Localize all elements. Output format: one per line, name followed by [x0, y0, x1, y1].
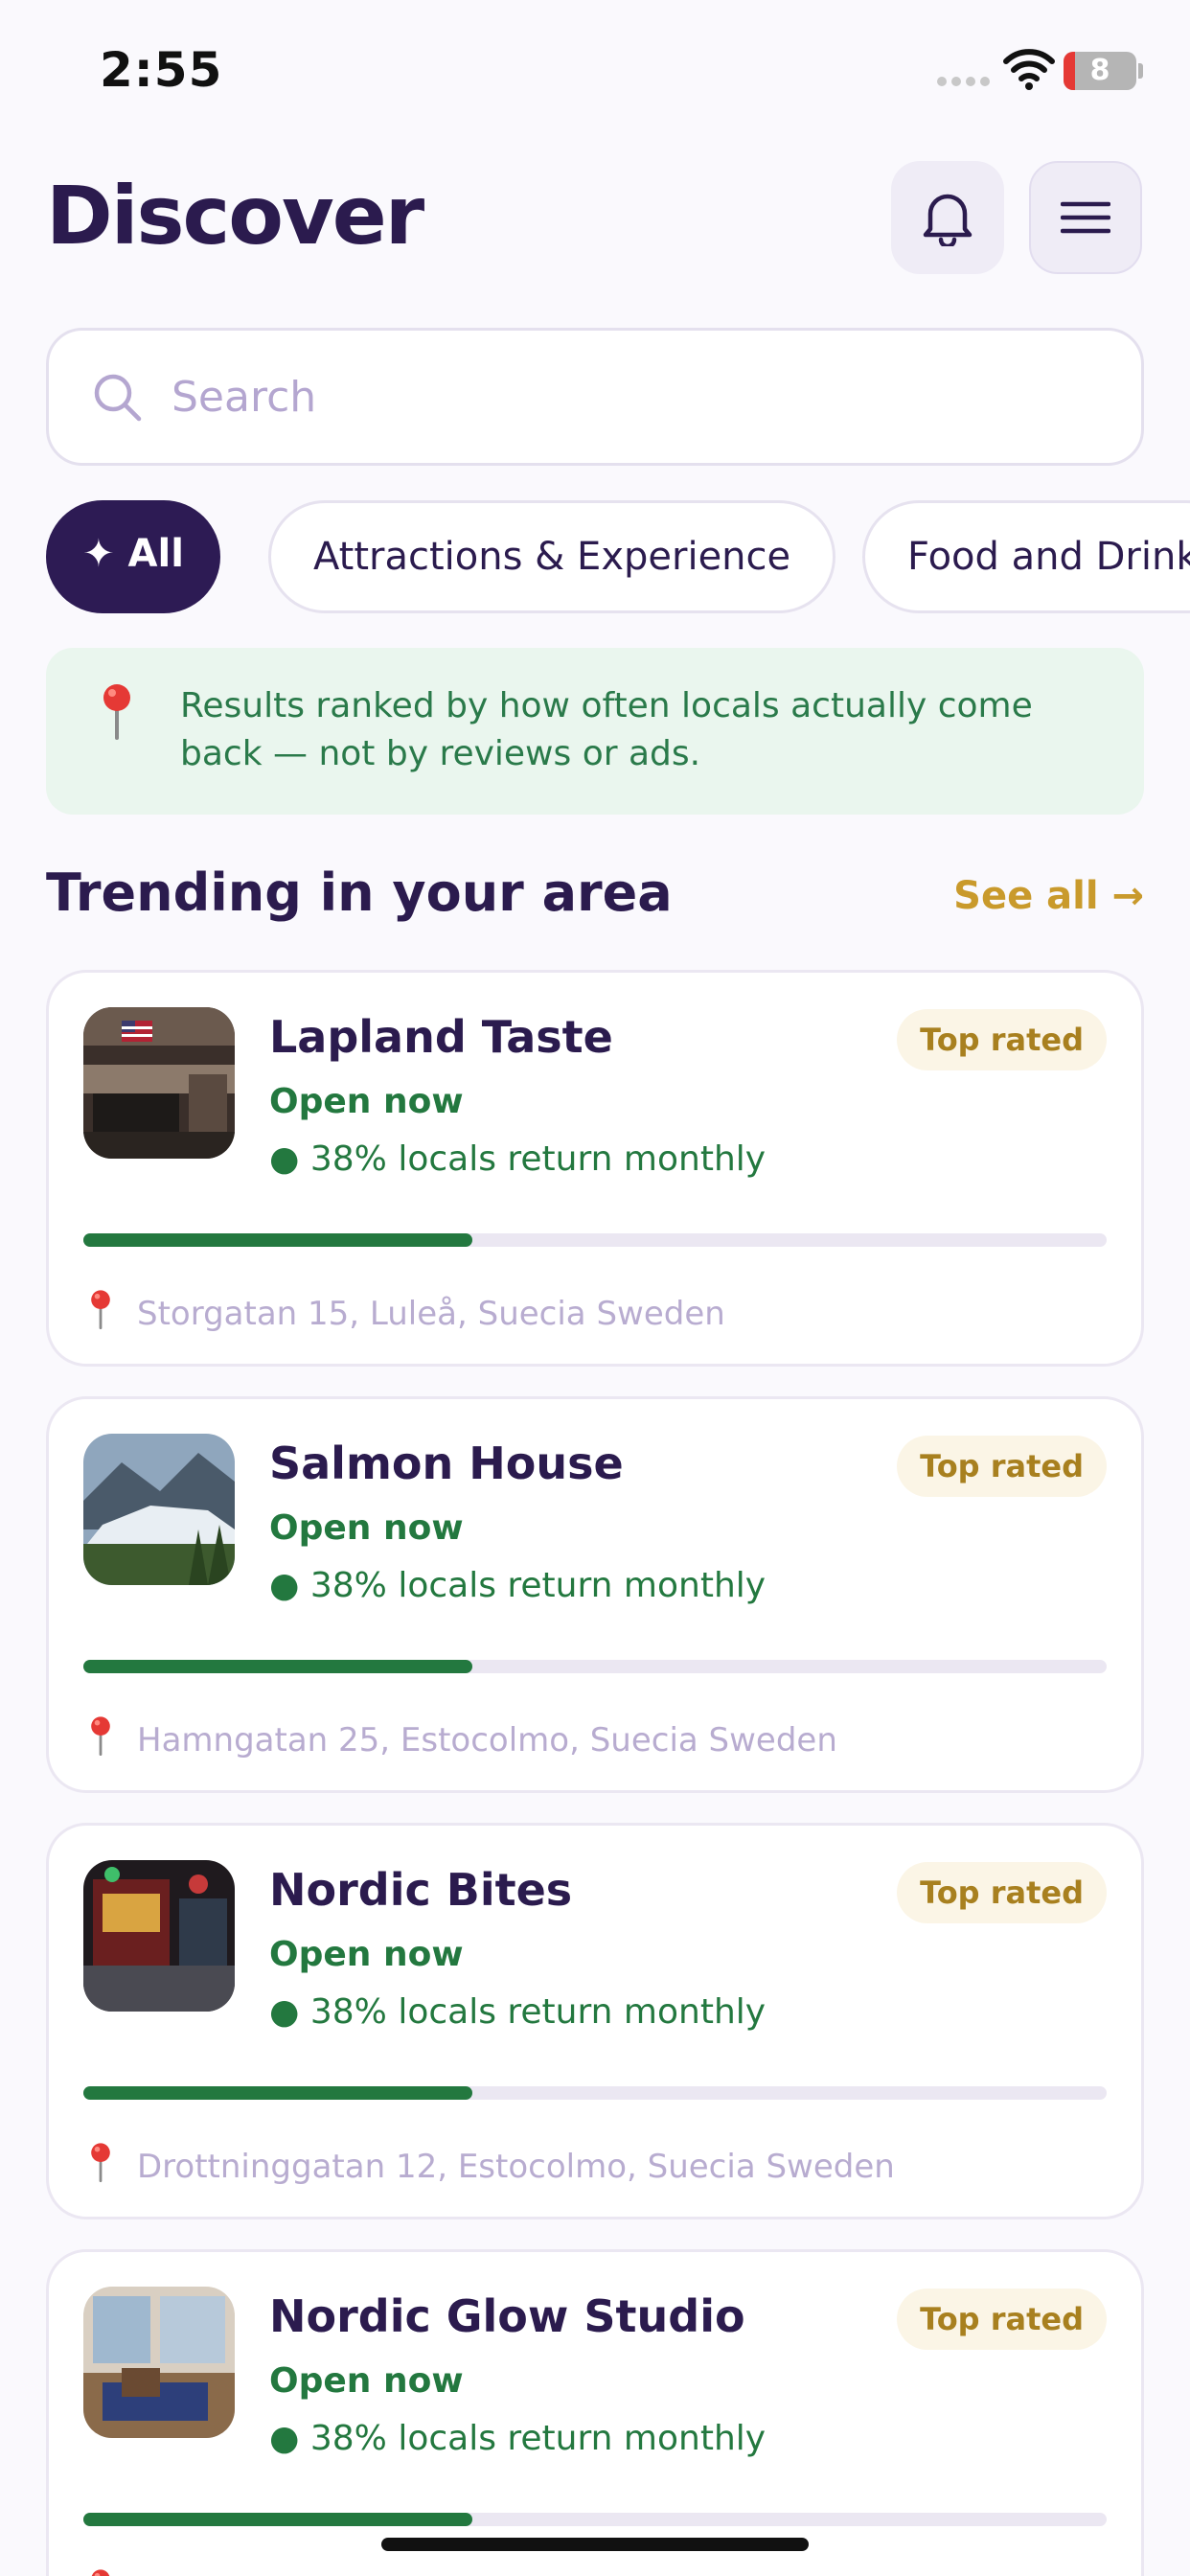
- place-thumbnail: [83, 1434, 235, 1585]
- top-rated-badge: Top rated: [897, 1862, 1107, 1923]
- place-name: Salmon House: [269, 1438, 624, 1489]
- return-progress-bar: [83, 2086, 1107, 2100]
- map-pin-icon: [91, 2569, 110, 2576]
- map-pin-icon: [103, 684, 130, 740]
- place-name: Lapland Taste: [269, 1011, 613, 1063]
- return-rate: ● 38% locals return monthly: [269, 1139, 767, 1179]
- place-card[interactable]: Salmon House Top rated Open now ● 38% lo…: [46, 1396, 1144, 1793]
- top-rated-badge: Top rated: [897, 2288, 1107, 2350]
- battery-level: 8: [1089, 54, 1110, 87]
- place-thumbnail: [83, 1007, 235, 1159]
- place-address: Storgatan 15, Luleå, Suecia Sweden: [137, 1295, 725, 1333]
- filter-chips: ✦ All Attractions & Experience Food and …: [46, 500, 1190, 613]
- page-title: Discover: [46, 169, 424, 263]
- top-rated-badge: Top rated: [897, 1436, 1107, 1497]
- place-thumbnail: [83, 2287, 235, 2438]
- filter-chip-all[interactable]: ✦ All: [46, 500, 220, 613]
- filter-chip-attractions[interactable]: Attractions & Experience: [268, 500, 836, 613]
- open-status: Open now: [269, 1082, 464, 1121]
- return-rate: ● 38% locals return monthly: [269, 2419, 767, 2458]
- return-rate: ● 38% locals return monthly: [269, 1992, 767, 2032]
- place-address: Hamngatan 25, Estocolmo, Suecia Sweden: [137, 1721, 837, 1760]
- place-name: Nordic Bites: [269, 1864, 573, 1916]
- return-progress-fill: [83, 1233, 472, 1247]
- return-progress-bar: [83, 2513, 1107, 2526]
- battery-tip: [1138, 63, 1143, 79]
- place-card[interactable]: Lapland Taste Top rated Open now ● 38% l…: [46, 970, 1144, 1367]
- home-indicator: [381, 2538, 809, 2551]
- open-status: Open now: [269, 1935, 464, 1974]
- ranking-info-text: Results ranked by how often locals actua…: [180, 686, 1033, 773]
- see-all-link[interactable]: See all →: [953, 874, 1144, 918]
- search-input[interactable]: Search: [46, 328, 1144, 466]
- status-bar: 2:55 8: [0, 0, 1190, 144]
- menu-button[interactable]: [1029, 161, 1142, 274]
- return-progress-fill: [83, 2086, 472, 2100]
- ranking-info-banner: Results ranked by how often locals actua…: [46, 648, 1144, 815]
- section-title: Trending in your area: [46, 862, 673, 923]
- top-rated-badge: Top rated: [897, 1009, 1107, 1070]
- return-progress-fill: [83, 1660, 472, 1673]
- return-progress-fill: [83, 2513, 472, 2526]
- wifi-icon: [1003, 49, 1055, 90]
- return-progress-bar: [83, 1233, 1107, 1247]
- discover-screen: 2:55 8 Discover Search ✦ All Attractions…: [0, 0, 1190, 2576]
- hamburger-menu-icon: [1061, 201, 1110, 234]
- bell-icon: [923, 194, 973, 246]
- place-address: Drottninggatan 12, Estocolmo, Suecia Swe…: [137, 2148, 895, 2186]
- search-icon: [94, 374, 142, 422]
- search-placeholder: Search: [172, 373, 317, 422]
- map-pin-icon: [91, 2143, 110, 2182]
- open-status: Open now: [269, 2361, 464, 2401]
- status-time: 2:55: [100, 42, 223, 98]
- place-thumbnail: [83, 1860, 235, 2012]
- notifications-button[interactable]: [891, 161, 1004, 274]
- cellular-signal-icon: [937, 77, 993, 88]
- return-progress-bar: [83, 1660, 1107, 1673]
- open-status: Open now: [269, 1508, 464, 1548]
- battery-icon: 8: [1064, 52, 1136, 90]
- place-card[interactable]: Nordic Glow Studio Top rated Open now ● …: [46, 2249, 1144, 2576]
- map-pin-icon: [91, 1716, 110, 1756]
- place-card[interactable]: Nordic Bites Top rated Open now ● 38% lo…: [46, 1823, 1144, 2220]
- map-pin-icon: [91, 1290, 110, 1329]
- place-name: Nordic Glow Studio: [269, 2290, 745, 2342]
- return-rate: ● 38% locals return monthly: [269, 1566, 767, 1605]
- filter-chip-food-drink[interactable]: Food and Drink: [862, 500, 1190, 613]
